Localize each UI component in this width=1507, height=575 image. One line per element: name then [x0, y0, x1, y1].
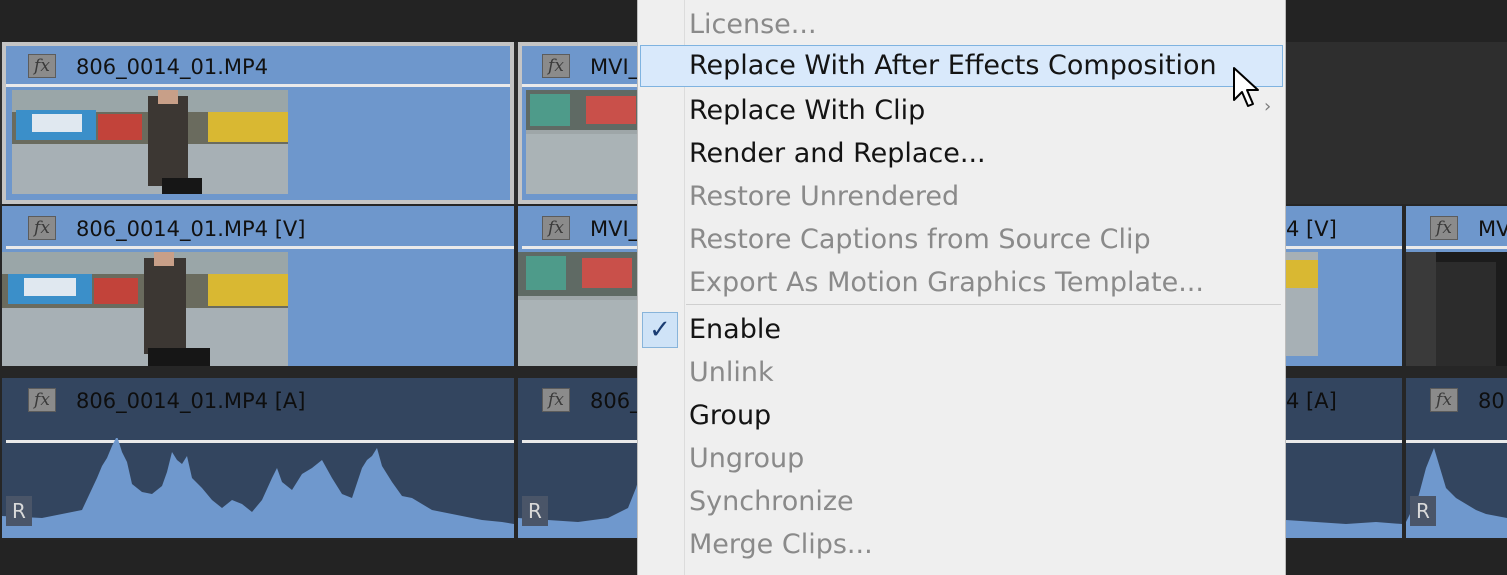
- chevron-right-icon: ›: [1264, 96, 1272, 117]
- clip-divider: [522, 246, 648, 249]
- menu-item-export-mogrt[interactable]: Export As Motion Graphics Template...: [640, 262, 1283, 304]
- menu-item-label: Export As Motion Graphics Template...: [689, 267, 1204, 298]
- menu-item-restore-captions[interactable]: Restore Captions from Source Clip: [640, 219, 1283, 261]
- audio-waveform: [1286, 520, 1402, 538]
- skatepark-thumbnail: [1286, 252, 1318, 356]
- audio-waveform: [2, 438, 514, 538]
- menu-item-label: Restore Captions from Source Clip: [689, 224, 1151, 255]
- menu-separator: [686, 304, 1281, 305]
- menu-item-label: License...: [689, 9, 817, 40]
- menu-item-unlink[interactable]: Unlink: [640, 352, 1283, 394]
- clip-v2-806-0014[interactable]: fx fx 806_0014_01.MP4: [2, 42, 514, 204]
- clip-title: 4 [A]: [1286, 389, 1337, 413]
- menu-item-label: Ungroup: [689, 443, 805, 474]
- clip-title: 806_0014_01.MP4: [76, 55, 269, 79]
- clip-title: 80: [1478, 389, 1505, 413]
- clip-title: 806_0014_01.MP4 [V]: [76, 217, 306, 241]
- menu-item-label: Replace With Clip: [689, 95, 926, 126]
- clip-a1-806[interactable]: fx 806_ R: [518, 378, 648, 538]
- clip-v2-mvi[interactable]: fx MVI_: [518, 42, 648, 204]
- menu-item-replace-with-clip[interactable]: Replace With Clip: [640, 90, 1283, 132]
- clip-title: MVI_: [590, 55, 640, 79]
- fx-icon[interactable]: fx: [542, 388, 570, 412]
- clip-divider: [522, 84, 648, 87]
- clip-divider: [6, 84, 510, 87]
- menu-item-restore-unrendered[interactable]: Restore Unrendered: [640, 176, 1283, 218]
- fx-icon[interactable]: fx: [28, 388, 56, 412]
- clip-a1-806-0014[interactable]: fx 806_0014_01.MP4 [A] R: [2, 378, 514, 538]
- clip-title: MV: [1478, 217, 1507, 241]
- clip-thumbnail: [518, 252, 648, 366]
- fx-icon[interactable]: fx: [542, 54, 570, 78]
- clip-a1-third[interactable]: 4 [A]: [1286, 378, 1402, 538]
- clip-divider: [1406, 246, 1507, 249]
- clip-context-menu: License... Replace With After Effects Co…: [637, 0, 1286, 575]
- clip-title: MVI_: [590, 217, 640, 241]
- audio-channel-badge: R: [1410, 496, 1436, 526]
- skatepark-thumbnail: [518, 252, 648, 366]
- clip-title: 806_: [590, 389, 641, 413]
- menu-item-label: Group: [689, 400, 772, 431]
- clip-thumbnail: [1286, 252, 1318, 356]
- fx-icon[interactable]: fx: [1430, 216, 1458, 240]
- clip-v1-mvi[interactable]: fx MVI_: [518, 206, 648, 366]
- menu-item-label: Replace With After Effects Composition: [689, 50, 1217, 81]
- clip-v1-third[interactable]: 4 [V]: [1286, 206, 1402, 366]
- audio-channel-badge: R: [522, 496, 548, 526]
- skatepark-thumbnail: [526, 90, 648, 194]
- audio-channel-badge: R: [6, 496, 32, 526]
- menu-item-group[interactable]: Group: [640, 395, 1283, 437]
- clip-divider: [1286, 246, 1402, 249]
- clip-thumbnail: [2, 252, 288, 366]
- skatepark-thumbnail: [12, 90, 288, 194]
- menu-item-label: Merge Clips...: [689, 529, 873, 560]
- fx-icon[interactable]: fx: [28, 54, 56, 78]
- menu-item-label: Unlink: [689, 357, 774, 388]
- clip-title: 4 [V]: [1286, 217, 1337, 241]
- menu-item-enable[interactable]: ✓ Enable: [640, 309, 1283, 351]
- arrow-pointer-icon: [1233, 67, 1259, 107]
- fx-icon[interactable]: fx: [28, 216, 56, 240]
- clip-thumbnail: [1406, 252, 1507, 366]
- clip-v1-mv[interactable]: fx MV: [1406, 206, 1507, 366]
- clip-thumbnail: [12, 90, 288, 194]
- clip-thumbnail: [526, 90, 648, 194]
- fx-icon[interactable]: fx: [1430, 388, 1458, 412]
- menu-item-merge-clips[interactable]: Merge Clips...: [640, 524, 1283, 566]
- menu-item-synchronize[interactable]: Synchronize: [640, 481, 1283, 523]
- menu-item-license[interactable]: License...: [640, 4, 1283, 46]
- skatepark-thumbnail: [2, 252, 288, 366]
- clip-v1-806-0014[interactable]: fx 806_0014_01.MP4 [V]: [2, 206, 514, 366]
- clip-divider: [6, 246, 514, 249]
- menu-item-ungroup[interactable]: Ungroup: [640, 438, 1283, 480]
- menu-item-label: Render and Replace...: [689, 138, 986, 169]
- menu-item-label: Restore Unrendered: [689, 181, 960, 212]
- clip-a1-80[interactable]: fx 80 R: [1406, 378, 1507, 538]
- checkmark-icon: ✓: [642, 312, 678, 348]
- menu-item-label: Synchronize: [689, 486, 854, 517]
- fx-icon[interactable]: fx: [542, 216, 570, 240]
- menu-item-label: Enable: [689, 314, 781, 345]
- clip-title: 806_0014_01.MP4 [A]: [76, 389, 306, 413]
- menu-item-render-and-replace[interactable]: Render and Replace...: [640, 133, 1283, 175]
- menu-item-replace-with-ae-comp[interactable]: Replace With After Effects Composition: [640, 45, 1283, 87]
- dark-suit-thumbnail: [1406, 252, 1507, 366]
